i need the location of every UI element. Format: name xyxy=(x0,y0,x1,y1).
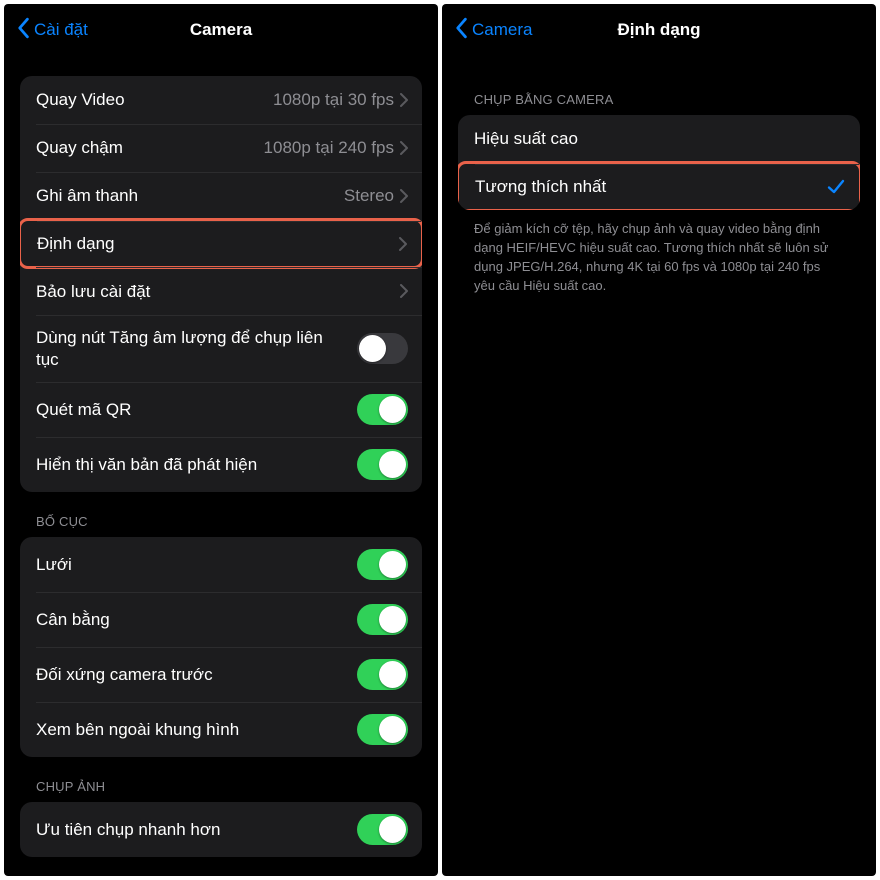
chevron-right-icon xyxy=(400,284,408,298)
row-show-detected-text: Hiển thị văn bản đã phát hiện xyxy=(20,437,422,492)
content: Quay Video 1080p tại 30 fps Quay chậm 10… xyxy=(4,56,438,876)
section-header-camera-capture: CHỤP BẰNG CAMERA xyxy=(458,56,860,115)
row-grid: Lưới xyxy=(20,537,422,592)
back-label: Camera xyxy=(472,20,532,40)
row-preserve-settings[interactable]: Bảo lưu cài đặt xyxy=(20,267,422,315)
row-value: 1080p tại 240 fps xyxy=(264,138,394,158)
row-value: Stereo xyxy=(344,186,394,206)
row-scan-qr: Quét mã QR xyxy=(20,382,422,437)
row-label: Cân bằng xyxy=(36,609,357,630)
row-label: Đối xứng camera trước xyxy=(36,664,357,685)
row-view-outside-frame: Xem bên ngoài khung hình xyxy=(20,702,422,757)
row-label: Quét mã QR xyxy=(36,399,357,420)
chevron-left-icon xyxy=(454,17,468,44)
chevron-left-icon xyxy=(16,17,30,44)
section-header-capture: CHỤP ẢNH xyxy=(20,757,422,802)
chevron-right-icon xyxy=(399,237,407,251)
toggle-volume-burst[interactable] xyxy=(357,333,408,364)
row-label: Quay chậm xyxy=(36,137,264,158)
row-label: Bảo lưu cài đặt xyxy=(36,281,400,302)
toggle-faster-shot[interactable] xyxy=(357,814,408,845)
row-value: 1080p tại 30 fps xyxy=(273,90,394,110)
row-label: Dùng nút Tăng âm lượng để chụp liên tục xyxy=(36,327,357,370)
toggle-show-text[interactable] xyxy=(357,449,408,480)
row-label: Lưới xyxy=(36,554,357,575)
row-level: Cân bằng xyxy=(20,592,422,647)
nav-bar: Cài đặt Camera xyxy=(4,4,438,56)
content: CHỤP BẰNG CAMERA Hiệu suất cao Tương thí… xyxy=(442,56,876,876)
section-header-composition: BỐ CỤC xyxy=(20,492,422,537)
back-button[interactable]: Cài đặt xyxy=(16,17,88,44)
chevron-right-icon xyxy=(400,189,408,203)
toggle-level[interactable] xyxy=(357,604,408,635)
row-label: Tương thích nhất xyxy=(475,176,827,197)
row-label: Định dạng xyxy=(37,233,399,254)
row-mirror-front: Đối xứng camera trước xyxy=(20,647,422,702)
footer-description: Để giảm kích cỡ tệp, hãy chụp ảnh và qua… xyxy=(458,210,860,295)
row-high-efficiency[interactable]: Hiệu suất cao xyxy=(458,115,860,163)
row-record-video[interactable]: Quay Video 1080p tại 30 fps xyxy=(20,76,422,124)
nav-bar: Camera Định dạng xyxy=(442,4,876,56)
chevron-right-icon xyxy=(400,141,408,155)
row-faster-shot: Ưu tiên chụp nhanh hơn xyxy=(20,802,422,857)
chevron-right-icon xyxy=(400,93,408,107)
toggle-grid[interactable] xyxy=(357,549,408,580)
row-volume-burst: Dùng nút Tăng âm lượng để chụp liên tục xyxy=(20,315,422,382)
checkmark-icon xyxy=(827,178,845,196)
toggle-scan-qr[interactable] xyxy=(357,394,408,425)
row-label: Xem bên ngoài khung hình xyxy=(36,719,357,740)
screen-camera-settings: Cài đặt Camera Quay Video 1080p tại 30 f… xyxy=(4,4,438,876)
row-record-sound[interactable]: Ghi âm thanh Stereo xyxy=(20,172,422,220)
row-formats[interactable]: Định dạng xyxy=(20,218,422,269)
toggle-outside-frame[interactable] xyxy=(357,714,408,745)
settings-group-composition: Lưới Cân bằng Đối xứng camera trước Xem … xyxy=(20,537,422,757)
row-label: Hiệu suất cao xyxy=(474,128,846,149)
settings-group-capture: Ưu tiên chụp nhanh hơn xyxy=(20,802,422,857)
back-button[interactable]: Camera xyxy=(454,17,532,44)
row-label: Ghi âm thanh xyxy=(36,185,344,206)
toggle-mirror-front[interactable] xyxy=(357,659,408,690)
settings-group-main: Quay Video 1080p tại 30 fps Quay chậm 10… xyxy=(20,76,422,492)
settings-group-format: Hiệu suất cao Tương thích nhất xyxy=(458,115,860,210)
row-label: Hiển thị văn bản đã phát hiện xyxy=(36,454,357,475)
row-record-slomo[interactable]: Quay chậm 1080p tại 240 fps xyxy=(20,124,422,172)
row-most-compatible[interactable]: Tương thích nhất xyxy=(458,161,860,210)
row-label: Quay Video xyxy=(36,89,273,110)
row-label: Ưu tiên chụp nhanh hơn xyxy=(36,819,357,840)
back-label: Cài đặt xyxy=(34,20,88,40)
screen-formats: Camera Định dạng CHỤP BẰNG CAMERA Hiệu s… xyxy=(442,4,876,876)
